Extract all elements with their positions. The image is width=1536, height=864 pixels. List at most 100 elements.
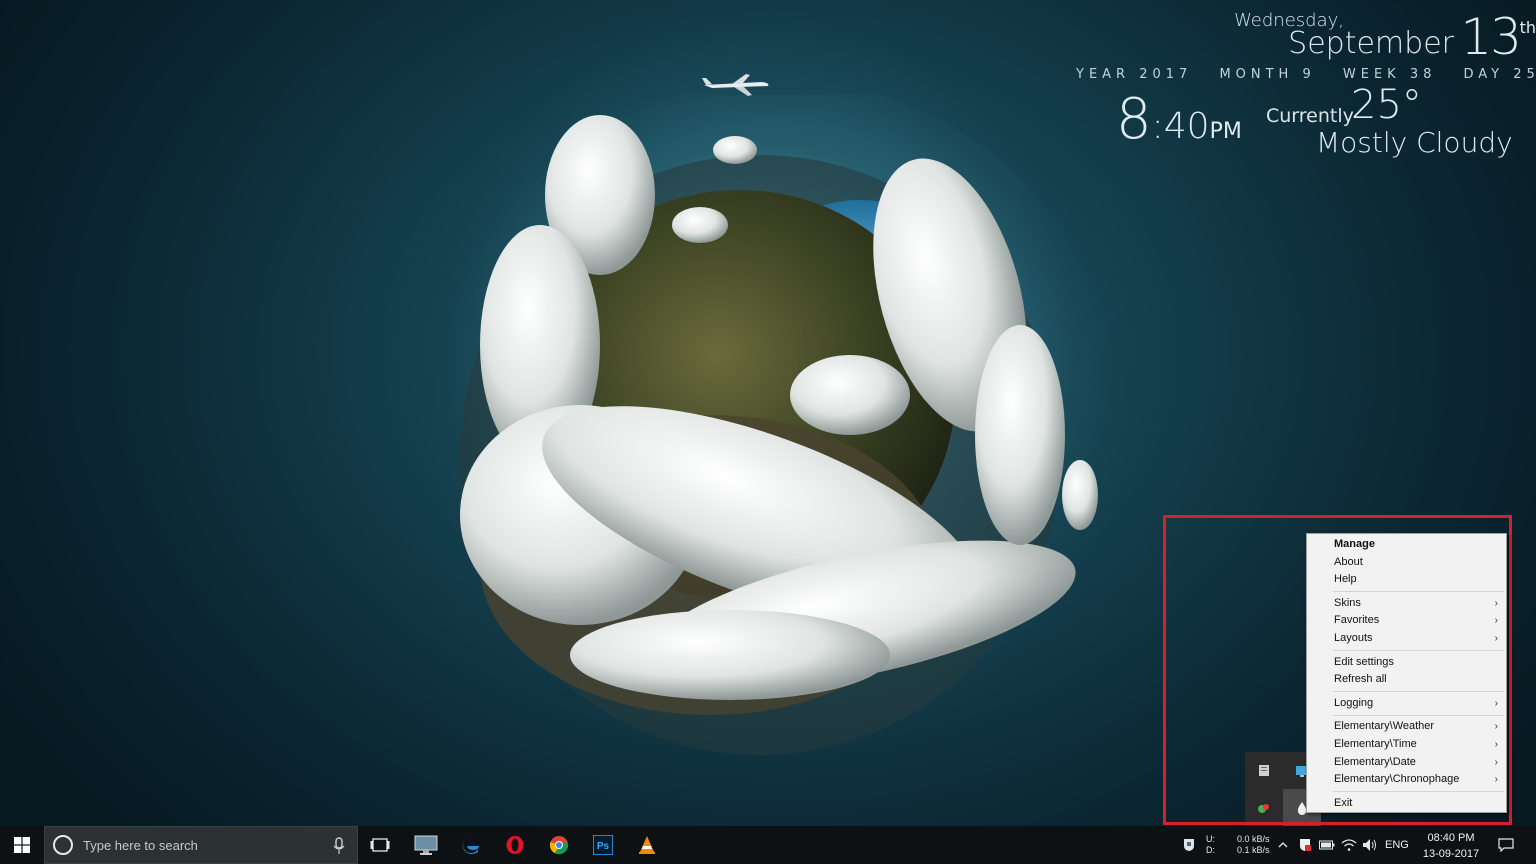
menu-separator xyxy=(1333,591,1504,593)
wifi-icon[interactable] xyxy=(1340,836,1358,854)
menu-item-refresh-all[interactable]: Refresh all xyxy=(1307,671,1506,689)
net-download-speed: 0.1 kB/s xyxy=(1237,845,1270,855)
menu-item-label: Manage xyxy=(1334,538,1375,550)
battery-icon[interactable] xyxy=(1318,836,1336,854)
vlc-icon xyxy=(639,836,655,854)
net-labels: U: D: xyxy=(1206,834,1215,856)
menu-item-label: About xyxy=(1334,555,1363,568)
menu-separator xyxy=(1333,691,1504,693)
photoshop-button[interactable]: Ps xyxy=(583,826,623,864)
menu-item-help[interactable]: Help xyxy=(1307,571,1506,589)
menu-separator xyxy=(1333,714,1504,716)
menu-item-skin-weather[interactable]: Elementary\Weather › xyxy=(1307,718,1506,736)
net-speeds: 0.0 kB/s 0.1 kB/s xyxy=(1237,834,1270,856)
widget-month: September xyxy=(1288,26,1454,61)
edge-button[interactable] xyxy=(451,826,491,864)
widget-day-suffix: th xyxy=(1519,18,1536,37)
menu-item-favorites[interactable]: Favorites › xyxy=(1307,612,1506,630)
search-placeholder: Type here to search xyxy=(83,838,198,853)
show-hidden-icons-button[interactable] xyxy=(1274,836,1292,854)
widget-day-number: 13 xyxy=(1460,8,1522,66)
net-download-label: D: xyxy=(1206,845,1215,855)
menu-item-exit[interactable]: Exit xyxy=(1307,795,1506,813)
menu-item-label: Exit xyxy=(1334,796,1353,809)
language-indicator[interactable]: ENG xyxy=(1385,839,1409,851)
widget-temperature: 25° xyxy=(1351,82,1422,128)
chrome-button[interactable] xyxy=(539,826,579,864)
menu-item-label: Elementary\Chronophage xyxy=(1334,773,1460,786)
task-view-button[interactable] xyxy=(360,826,400,864)
chrome-icon xyxy=(549,836,569,855)
monitor-icon xyxy=(414,835,438,855)
menu-item-label: Layouts xyxy=(1334,631,1373,644)
menu-item-label: Refresh all xyxy=(1334,673,1387,686)
airplane-image xyxy=(702,72,772,98)
task-view-icon xyxy=(370,838,390,852)
widget-year: YEAR 2017 xyxy=(1076,67,1193,82)
photoshop-icon: Ps xyxy=(593,835,613,855)
menu-item-logging[interactable]: Logging › xyxy=(1307,695,1506,713)
chevron-right-icon: › xyxy=(1494,738,1498,750)
chevron-right-icon: › xyxy=(1494,774,1498,786)
microphone-icon[interactable] xyxy=(333,837,345,855)
net-upload-label: U: xyxy=(1206,834,1215,844)
menu-item-skin-chronophage[interactable]: Elementary\Chronophage › xyxy=(1307,771,1506,789)
volume-icon[interactable] xyxy=(1361,836,1379,854)
edge-icon xyxy=(462,837,479,855)
chevron-right-icon: › xyxy=(1494,756,1498,768)
menu-item-skin-time[interactable]: Elementary\Time › xyxy=(1307,736,1506,754)
clock-time: 08:40 PM xyxy=(1427,832,1475,844)
this-pc-button[interactable] xyxy=(406,826,446,864)
menu-item-label: Skins xyxy=(1334,596,1361,609)
menu-item-label: Favorites xyxy=(1334,614,1380,627)
widget-week: WEEK 38 xyxy=(1342,67,1437,82)
chevron-up-icon xyxy=(1278,842,1288,848)
chevron-right-icon: › xyxy=(1494,597,1498,609)
menu-item-skins[interactable]: Skins › xyxy=(1307,595,1506,613)
widget-date-stats: YEAR 2017 MONTH 9 WEEK 38 DAY 256 xyxy=(1076,67,1536,82)
chevron-right-icon: › xyxy=(1494,697,1498,709)
menu-item-about[interactable]: About xyxy=(1307,554,1506,572)
chevron-right-icon: › xyxy=(1494,721,1498,733)
shield-app-tray-icon[interactable] xyxy=(1180,836,1198,854)
menu-item-manage[interactable]: Manage xyxy=(1307,536,1506,554)
opera-icon xyxy=(506,836,524,854)
widget-time-minutes: :40 xyxy=(1151,106,1210,147)
taskbar-clock[interactable]: 08:40 PM 13-09-2017 xyxy=(1413,830,1489,862)
widget-day-of-year: DAY 256 xyxy=(1463,67,1536,82)
chevron-right-icon: › xyxy=(1494,615,1498,627)
menu-item-edit-settings[interactable]: Edit settings xyxy=(1307,654,1506,672)
cortana-icon xyxy=(53,835,73,855)
svg-text:Ps: Ps xyxy=(597,841,610,852)
chevron-right-icon: › xyxy=(1494,632,1498,644)
menu-item-layouts[interactable]: Layouts › xyxy=(1307,630,1506,648)
opera-button[interactable] xyxy=(495,826,535,864)
wallpaper-planet xyxy=(430,95,1130,785)
clock-date: 13-09-2017 xyxy=(1422,848,1480,860)
menu-item-label: Elementary\Date xyxy=(1334,755,1416,768)
net-upload-speed: 0.0 kB/s xyxy=(1237,834,1270,844)
widget-time-ampm: PM xyxy=(1209,119,1242,144)
widget-time-hour: 8 xyxy=(1116,87,1152,152)
menu-item-label: Elementary\Time xyxy=(1334,737,1417,750)
action-center-button[interactable] xyxy=(1497,836,1515,854)
menu-item-skin-date[interactable]: Elementary\Date › xyxy=(1307,754,1506,772)
menu-separator xyxy=(1333,791,1504,793)
taskbar: Type here to search Ps U: D: 0.0 kB/s 0.… xyxy=(0,826,1536,864)
widget-time: 8:40PM xyxy=(1116,87,1242,152)
notification-icon xyxy=(1498,838,1514,852)
menu-separator xyxy=(1333,650,1504,652)
start-button[interactable] xyxy=(0,826,44,864)
menu-item-label: Logging xyxy=(1334,696,1374,709)
menu-item-label: Edit settings xyxy=(1334,655,1394,668)
widget-month-number: MONTH 9 xyxy=(1219,67,1316,82)
search-box[interactable]: Type here to search xyxy=(44,826,358,864)
widget-weather-condition: Mostly Cloudy xyxy=(1316,126,1513,159)
windows-logo-icon xyxy=(14,837,30,853)
rainmeter-context-menu: Manage About Help Skins › Favorites › Layo… xyxy=(1306,533,1507,813)
widget-weather-label: Currently xyxy=(1266,105,1354,127)
menu-item-label: Elementary\Weather xyxy=(1334,720,1435,733)
security-tray-icon[interactable] xyxy=(1296,836,1314,854)
vlc-button[interactable] xyxy=(627,826,667,864)
menu-item-label: Help xyxy=(1334,573,1357,586)
